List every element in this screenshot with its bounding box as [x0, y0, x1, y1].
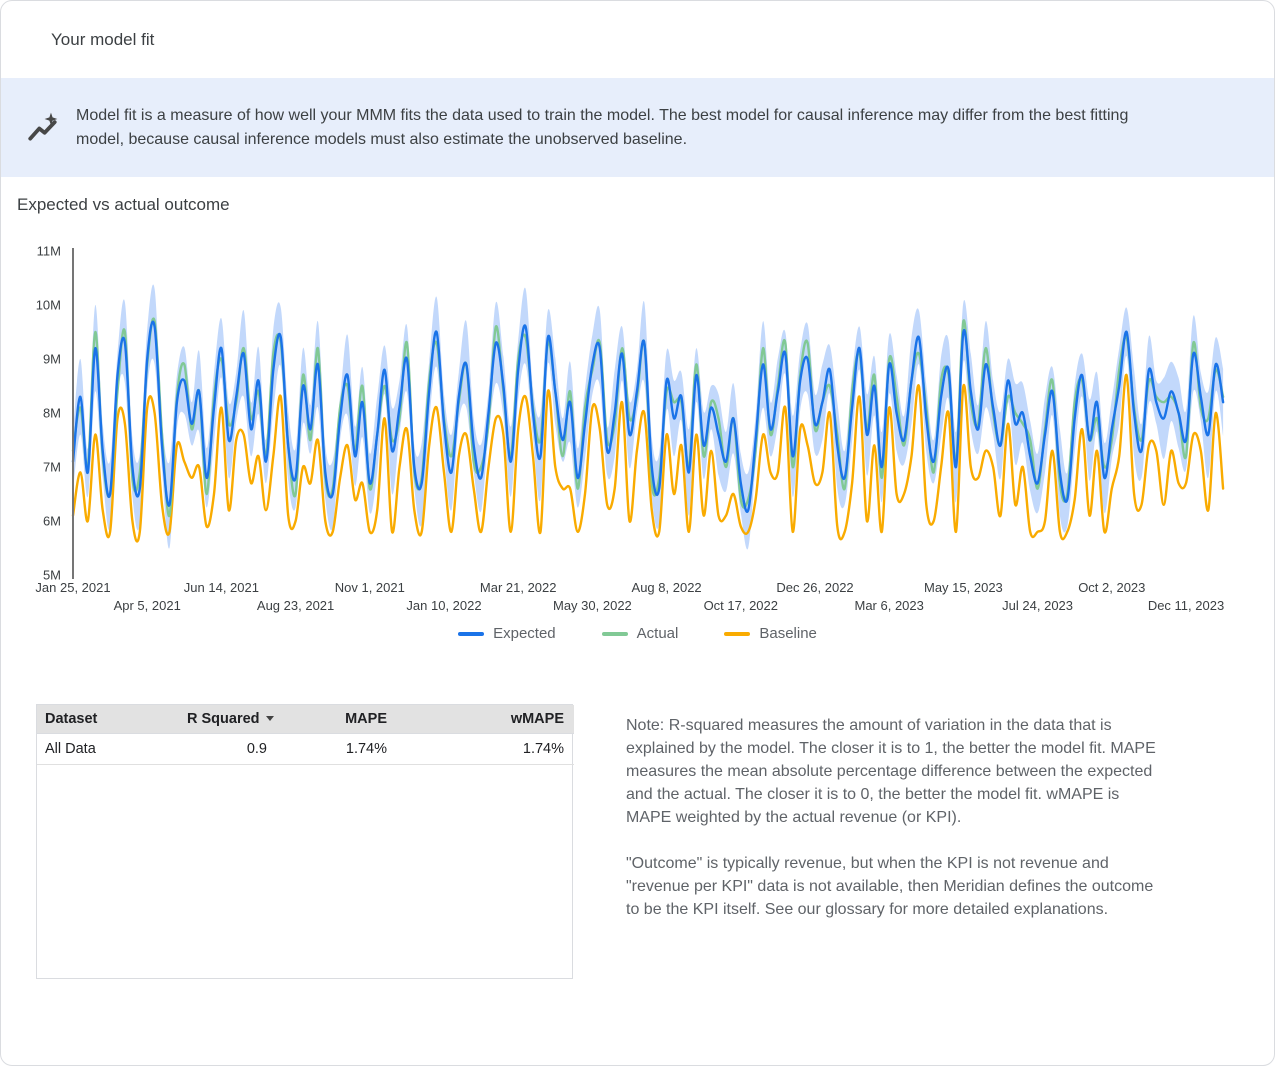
legend-label-baseline: Baseline — [759, 625, 817, 642]
chart-title: Expected vs actual outcome — [17, 195, 230, 215]
chart-section: Expected vs actual outcome 11M 10M 9M 8M 7M 6… — [1, 177, 1274, 704]
model-fit-table: Dataset R Squared MAPE wMAPE All Data 0.… — [37, 705, 574, 765]
column-header-dataset[interactable]: Dataset — [37, 705, 177, 734]
y-tick-label: 9M — [43, 352, 61, 367]
x-tick-label: Mar 6, 2023 — [855, 598, 924, 613]
model-fit-chart: 11M10M9M8M7M6M5MJan 25, 2021Jun 14, 2021… — [1, 239, 1275, 621]
y-tick-label: 8M — [43, 406, 61, 421]
x-tick-label: Jun 14, 2021 — [184, 580, 259, 595]
legend-label-actual: Actual — [637, 625, 679, 642]
info-banner-text: Model fit is a measure of how well your … — [76, 104, 1161, 152]
x-tick-label: May 30, 2022 — [553, 598, 632, 613]
actual-line-swatch — [602, 632, 628, 636]
cell-wmape: 1.74% — [397, 734, 574, 765]
y-tick-label: 11M — [37, 244, 61, 259]
chart-legend: Expected Actual Baseline — [1, 625, 1274, 642]
baseline-line-swatch — [724, 632, 750, 636]
column-header-mape[interactable]: MAPE — [277, 705, 397, 734]
column-header-r-squared[interactable]: R Squared — [177, 705, 277, 734]
cell-mape: 1.74% — [277, 734, 397, 765]
model-fit-card: Your model fit Model fit is a measure of… — [0, 0, 1275, 1066]
x-tick-label: Oct 2, 2023 — [1078, 580, 1145, 595]
x-tick-label: Mar 21, 2022 — [480, 580, 557, 595]
y-tick-label: 10M — [36, 298, 61, 313]
page-title: Your model fit — [51, 30, 154, 50]
x-tick-label: Oct 17, 2022 — [704, 598, 778, 613]
insights-icon — [26, 111, 60, 145]
x-tick-label: Apr 5, 2021 — [114, 598, 181, 613]
card-header: Your model fit — [1, 1, 1274, 78]
note-paragraph-1: Note: R-squared measures the amount of v… — [626, 714, 1166, 829]
y-tick-label: 7M — [43, 460, 61, 475]
explanatory-note: Note: R-squared measures the amount of v… — [626, 714, 1166, 944]
note-paragraph-2: "Outcome" is typically revenue, but when… — [626, 852, 1166, 921]
x-tick-label: May 15, 2023 — [924, 580, 1003, 595]
table-header-row: Dataset R Squared MAPE wMAPE — [37, 705, 574, 734]
table-row: All Data 0.9 1.74% 1.74% — [37, 734, 574, 765]
info-banner: Model fit is a measure of how well your … — [1, 78, 1274, 177]
model-fit-table-container: Dataset R Squared MAPE wMAPE All Data 0.… — [36, 704, 573, 979]
x-tick-label: Nov 1, 2021 — [335, 580, 405, 595]
legend-item-actual[interactable]: Actual — [602, 625, 679, 642]
x-tick-label: Jan 25, 2021 — [35, 580, 110, 595]
bottom-row: Dataset R Squared MAPE wMAPE All Data 0.… — [1, 704, 1274, 979]
cell-r-squared: 0.9 — [177, 734, 277, 765]
x-tick-label: Jan 10, 2022 — [406, 598, 481, 613]
expected-line-swatch — [458, 632, 484, 636]
legend-label-expected: Expected — [493, 625, 556, 642]
x-tick-label: Jul 24, 2023 — [1002, 598, 1073, 613]
x-tick-label: Aug 23, 2021 — [257, 598, 334, 613]
legend-item-baseline[interactable]: Baseline — [724, 625, 817, 642]
legend-item-expected[interactable]: Expected — [458, 625, 556, 642]
y-tick-label: 6M — [43, 514, 61, 529]
x-tick-label: Dec 26, 2022 — [776, 580, 853, 595]
x-tick-label: Aug 8, 2022 — [632, 580, 702, 595]
cell-dataset: All Data — [37, 734, 177, 765]
column-header-wmape[interactable]: wMAPE — [397, 705, 574, 734]
sort-desc-icon — [266, 716, 274, 721]
x-tick-label: Dec 11, 2023 — [1148, 598, 1224, 613]
